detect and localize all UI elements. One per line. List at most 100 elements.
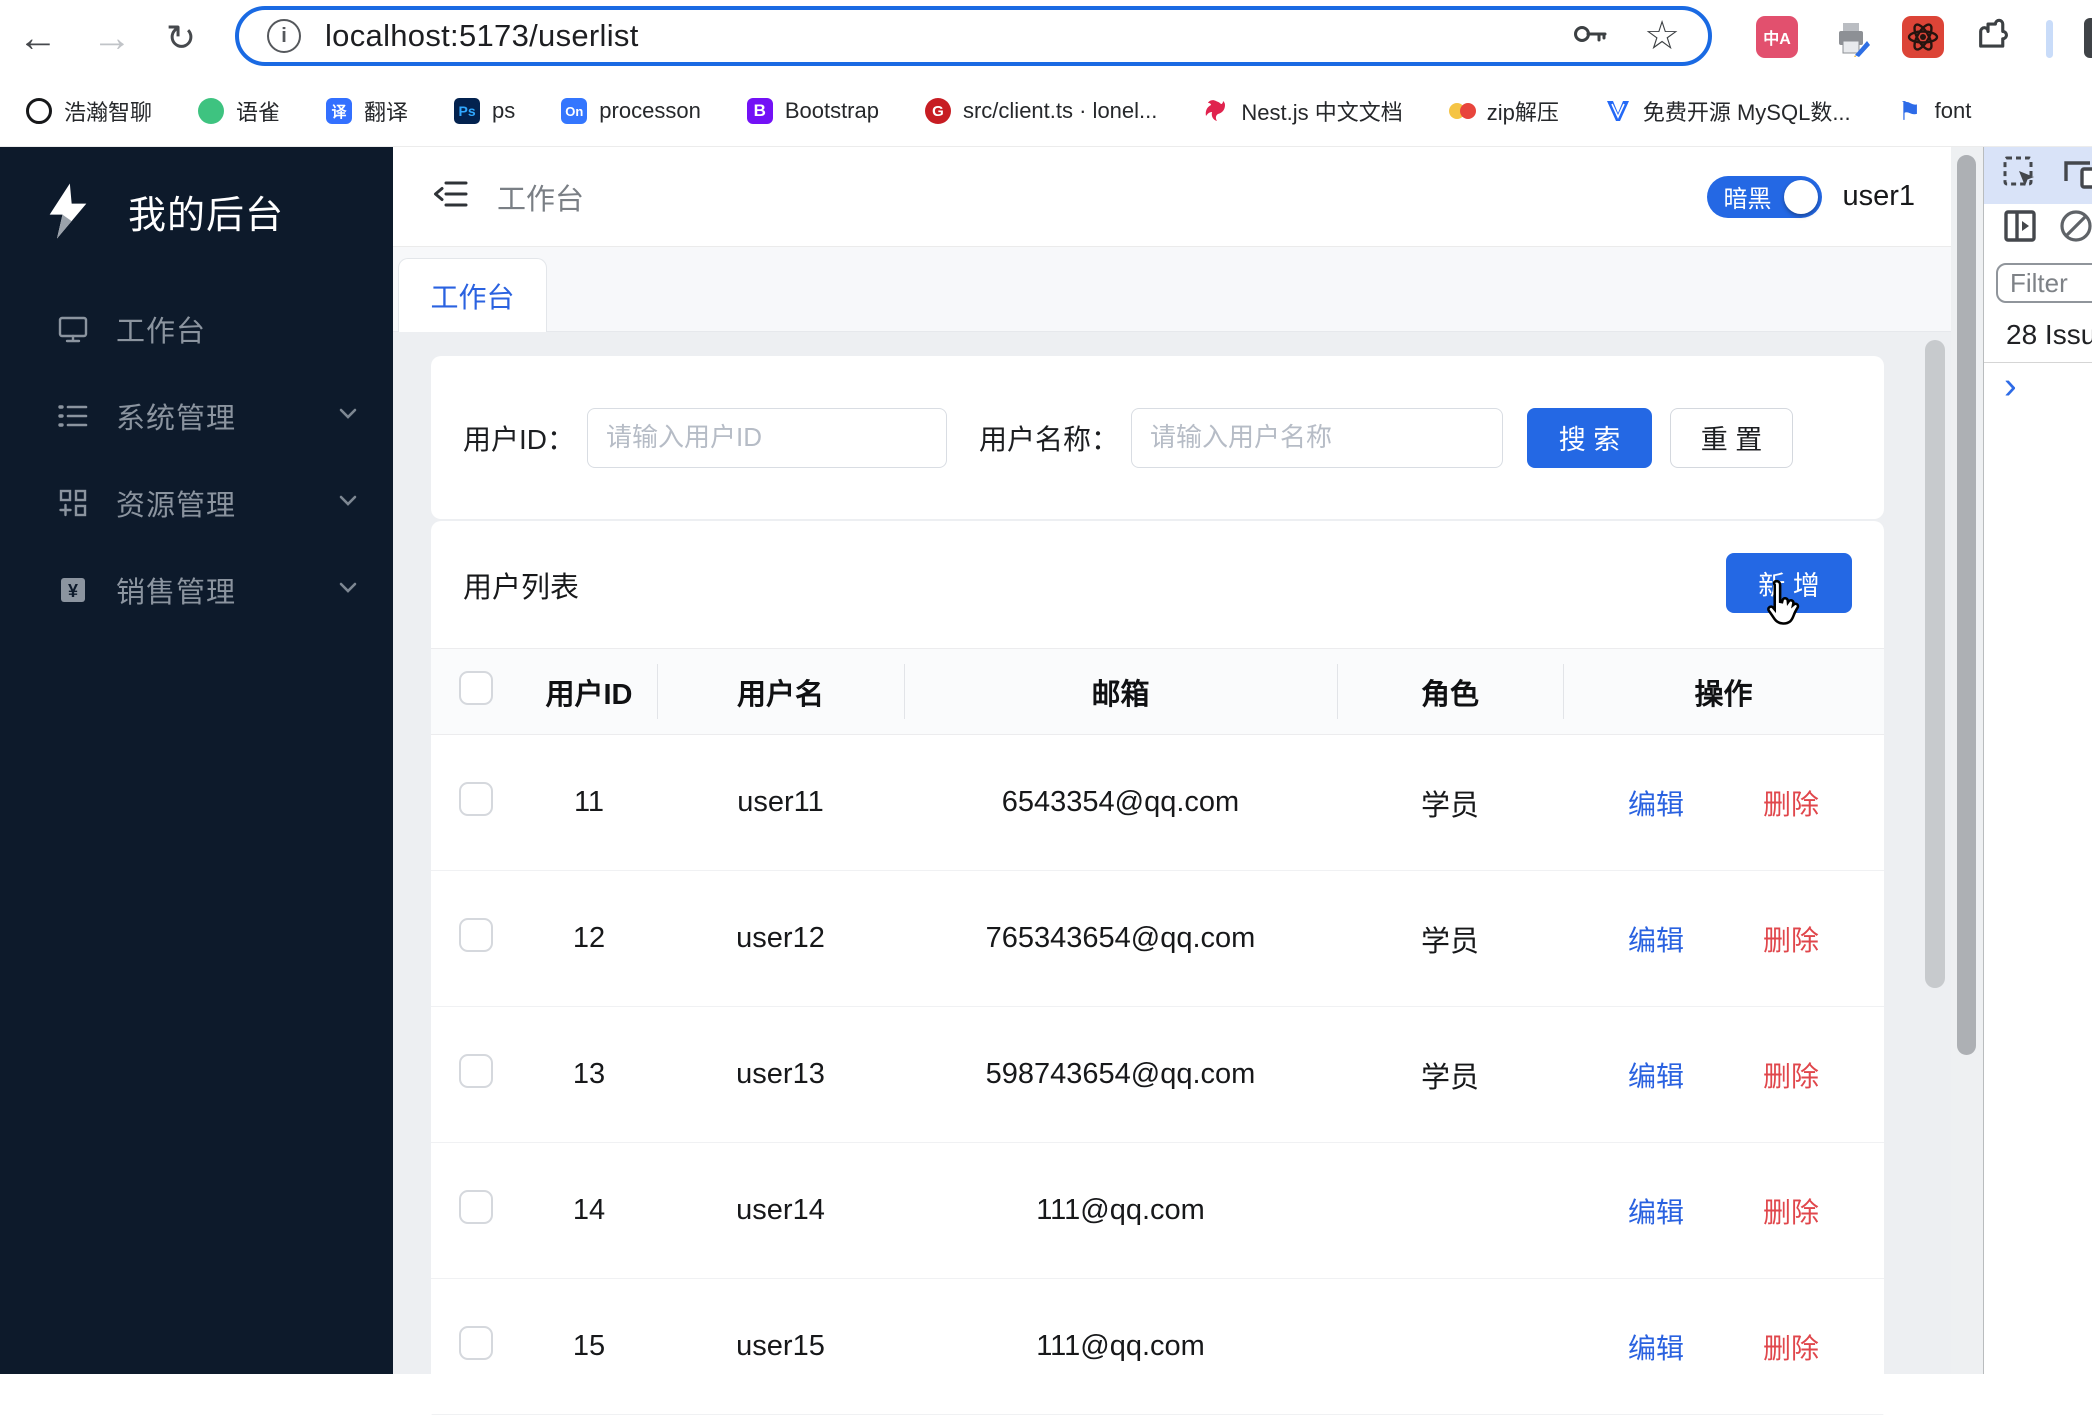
sidebar-item-sales[interactable]: ¥ 销售管理: [0, 546, 393, 633]
card-title: 用户列表: [463, 571, 580, 604]
lightning-bolt-icon: [49, 183, 87, 239]
printer-extension-icon[interactable]: [1830, 16, 1872, 58]
devtools-filter-input[interactable]: Filter: [1996, 263, 2092, 303]
app-header: 工作台 暗黑 user1: [393, 147, 1953, 247]
column-user-id: 用户ID: [545, 678, 633, 711]
select-all-checkbox[interactable]: [459, 670, 493, 705]
inspect-element-icon[interactable]: [2002, 155, 2038, 196]
tab-workbench[interactable]: 工作台: [398, 258, 547, 333]
site-info-icon[interactable]: i: [267, 19, 301, 53]
row-checkbox[interactable]: [459, 1189, 493, 1224]
toggle-label: 暗黑: [1723, 186, 1772, 213]
page-scrollbar-thumb[interactable]: [1925, 340, 1945, 988]
issues-count[interactable]: 28 Issues: [2006, 319, 2092, 351]
cell-email: 111@qq.com: [1036, 1330, 1205, 1362]
cell-user-id: 15: [572, 1330, 606, 1362]
sidebar-item-resources[interactable]: 资源管理: [0, 459, 393, 546]
row-checkbox[interactable]: [459, 1053, 493, 1088]
devtools-panel: Filter 28 Issues ›: [1983, 147, 2092, 1374]
bookmark-ps[interactable]: Ps ps: [454, 98, 515, 124]
row-checkbox[interactable]: [459, 917, 493, 952]
translate-logo-icon: 译: [326, 98, 353, 124]
bookmark-haohan[interactable]: 浩瀚智聊: [26, 95, 152, 127]
devtools-divider: [1984, 362, 2092, 363]
yuque-logo-icon: [198, 98, 225, 124]
clear-block-icon[interactable]: [2058, 208, 2092, 249]
reset-button[interactable]: 重 置: [1670, 407, 1794, 468]
bookmark-zip[interactable]: zip解压: [1448, 95, 1559, 127]
sidebar-item-workbench[interactable]: 工作台: [0, 285, 393, 372]
back-button[interactable]: ←: [18, 0, 58, 76]
react-devtools-extension-icon[interactable]: [1902, 16, 1944, 58]
user-name-input[interactable]: [1131, 407, 1504, 468]
edit-link[interactable]: 编辑: [1628, 1191, 1684, 1231]
dark-mode-toggle[interactable]: 暗黑: [1707, 175, 1823, 218]
delete-link[interactable]: 删除: [1763, 1327, 1819, 1367]
translate-extension-icon[interactable]: 中A: [1756, 16, 1798, 58]
delete-link[interactable]: 删除: [1763, 919, 1819, 959]
collapse-menu-icon[interactable]: [433, 177, 469, 216]
cell-username: user11: [737, 786, 824, 818]
table-row: 15 user15 111@qq.com 编辑 删除: [431, 1279, 1884, 1415]
bookmark-yuque[interactable]: 语雀: [198, 95, 280, 127]
mouse-cursor: [1760, 578, 1806, 637]
device-toolbar-icon[interactable]: [2058, 155, 2092, 196]
cell-user-id: 14: [572, 1194, 606, 1226]
bookmark-font[interactable]: ⚑ font: [1897, 95, 1971, 126]
edit-link[interactable]: 编辑: [1628, 1055, 1684, 1095]
extensions-puzzle-icon[interactable]: [1974, 16, 2016, 58]
bookmarks-bar: 浩瀚智聊 语雀 译翻译 Ps ps On processon B Bootstrap …: [0, 76, 2092, 147]
photoshop-logo-icon: Ps: [454, 98, 481, 124]
user-list-card: 用户列表 新 增 用户ID 用户名 邮箱 角色 操作 11 user11 654…: [431, 521, 1884, 1421]
monitor-icon: [56, 312, 90, 346]
edit-link[interactable]: 编辑: [1628, 919, 1684, 959]
cell-email: 598743654@qq.com: [985, 1058, 1256, 1090]
list-icon: [56, 399, 90, 433]
chevron-down-icon: [339, 407, 357, 425]
bookmark-nestjs[interactable]: Nest.js 中文文档: [1203, 95, 1403, 127]
sidebar-item-system[interactable]: 系统管理: [0, 372, 393, 459]
bookmark-translate[interactable]: 译翻译: [326, 95, 408, 127]
cell-email: 6543354@qq.com: [1001, 786, 1240, 818]
column-email: 邮箱: [1091, 678, 1150, 711]
reload-button[interactable]: ↻: [166, 0, 196, 76]
toggle-knob: [1784, 179, 1819, 214]
app-logo: 我的后台: [0, 147, 393, 239]
forward-button[interactable]: →: [92, 0, 132, 76]
nestjs-logo-icon: [1203, 98, 1229, 124]
delete-link[interactable]: 删除: [1763, 1191, 1819, 1231]
main-area: 工作台 暗黑 user1 工作台 用户ID： 用户名称： 搜 索 重 置: [393, 147, 1953, 1421]
bookmark-gitee-client[interactable]: Gsrc/client.ts · lonel...: [924, 98, 1157, 124]
window-scrollbar-track: [1951, 147, 1983, 1374]
font-flag-logo-icon: ⚑: [1898, 95, 1922, 126]
profile-avatar[interactable]: [2084, 18, 2092, 58]
bookmark-processon[interactable]: On processon: [561, 98, 701, 124]
address-bar[interactable]: i localhost:5173/userlist ☆: [235, 6, 1712, 66]
table-row: 13 user13 598743654@qq.com 学员 编辑 删除: [431, 1007, 1884, 1143]
url-text[interactable]: localhost:5173/userlist: [325, 18, 1572, 54]
cell-username: user13: [736, 1058, 825, 1090]
delete-link[interactable]: 删除: [1763, 1055, 1819, 1095]
delete-link[interactable]: 删除: [1763, 783, 1819, 823]
edit-link[interactable]: 编辑: [1628, 1327, 1684, 1367]
expand-chevron-icon[interactable]: ›: [2004, 365, 2017, 408]
search-button[interactable]: 搜 索: [1527, 407, 1653, 468]
cell-username: user15: [736, 1330, 825, 1362]
bookmark-mysql[interactable]: 免费开源 MySQL数...: [1605, 95, 1851, 127]
row-checkbox[interactable]: [459, 781, 493, 816]
user-id-input[interactable]: [587, 407, 948, 468]
cell-role: 学员: [1420, 789, 1479, 822]
page-viewport: 我的后台 工作台 系统管理 资源管理 ¥ 销售管理 工作台 暗黑 user1 工…: [0, 147, 2092, 1421]
dock-side-icon[interactable]: [2002, 208, 2038, 249]
row-checkbox[interactable]: [459, 1325, 493, 1360]
cell-user-id: 12: [572, 922, 606, 954]
toolbar-divider: [2046, 20, 2053, 58]
bookmark-star-icon[interactable]: ☆: [1644, 16, 1680, 56]
window-scrollbar-thumb[interactable]: [1957, 155, 1976, 1055]
password-key-icon[interactable]: [1572, 21, 1608, 52]
processon-logo-icon: On: [561, 98, 588, 124]
bookmark-bootstrap[interactable]: B Bootstrap: [746, 98, 879, 124]
content-area: 用户ID： 用户名称： 搜 索 重 置 用户列表 新 增 用户ID 用户名 邮箱: [393, 332, 1953, 1421]
table-row: 12 user12 765343654@qq.com 学员 编辑 删除: [431, 871, 1884, 1007]
edit-link[interactable]: 编辑: [1628, 783, 1684, 823]
